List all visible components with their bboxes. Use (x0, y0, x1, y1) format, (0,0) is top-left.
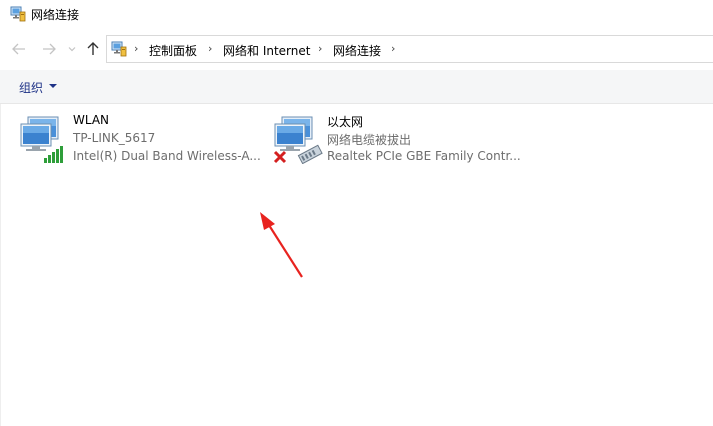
breadcrumb-network-connections[interactable]: 网络连接 (333, 42, 381, 59)
breadcrumb-separator-icon[interactable]: › (134, 42, 138, 55)
back-button[interactable] (10, 40, 28, 58)
breadcrumb-separator-icon[interactable]: › (391, 42, 395, 55)
adapter-list: WLAN TP-LINK_5617 Intel(R) Dual Band Wir… (0, 104, 713, 426)
adapter-network: TP-LINK_5617 (73, 131, 156, 145)
adapter-name: WLAN (73, 113, 110, 127)
adapter-device: Intel(R) Dual Band Wireless-A... (73, 149, 261, 163)
arrow-up-icon (87, 42, 99, 55)
breadcrumb-separator-icon[interactable]: › (318, 42, 322, 55)
adapter-device: Realtek PCIe GBE Family Contr... (327, 149, 521, 163)
ethernet-adapter-disconnected-icon (273, 116, 323, 164)
organize-button[interactable]: 组织 (19, 79, 43, 96)
recent-locations-button[interactable] (63, 40, 81, 58)
up-button[interactable] (84, 40, 102, 58)
arrow-left-icon (12, 43, 25, 55)
window-title: 网络连接 (31, 8, 80, 22)
chevron-down-icon[interactable] (49, 84, 57, 88)
forward-button[interactable] (40, 40, 58, 58)
breadcrumb-control-panel[interactable]: 控制面板 (149, 42, 197, 59)
wireless-network-adapter-icon (20, 116, 63, 163)
breadcrumb-network-internet[interactable]: 网络和 Internet (223, 42, 310, 59)
network-connections-icon (10, 6, 26, 22)
adapter-name: 以太网 (327, 115, 364, 129)
command-bar: 组织 (0, 70, 713, 104)
red-arrow-annotation-icon (260, 212, 303, 278)
adapter-ethernet[interactable]: 以太网 网络电缆被拔出 Realtek PCIe GBE Family Cont… (273, 110, 523, 170)
chevron-down-icon (68, 47, 76, 52)
adapter-wlan[interactable]: WLAN TP-LINK_5617 Intel(R) Dual Band Wir… (19, 110, 261, 170)
title-bar: 网络连接 (0, 0, 713, 30)
breadcrumb-separator-icon[interactable]: › (208, 42, 212, 55)
network-connections-icon (111, 41, 127, 57)
arrow-right-icon (43, 43, 56, 55)
adapter-network: 网络电缆被拔出 (327, 133, 412, 147)
address-bar[interactable]: › 控制面板 › 网络和 Internet › 网络连接 › (106, 35, 713, 63)
